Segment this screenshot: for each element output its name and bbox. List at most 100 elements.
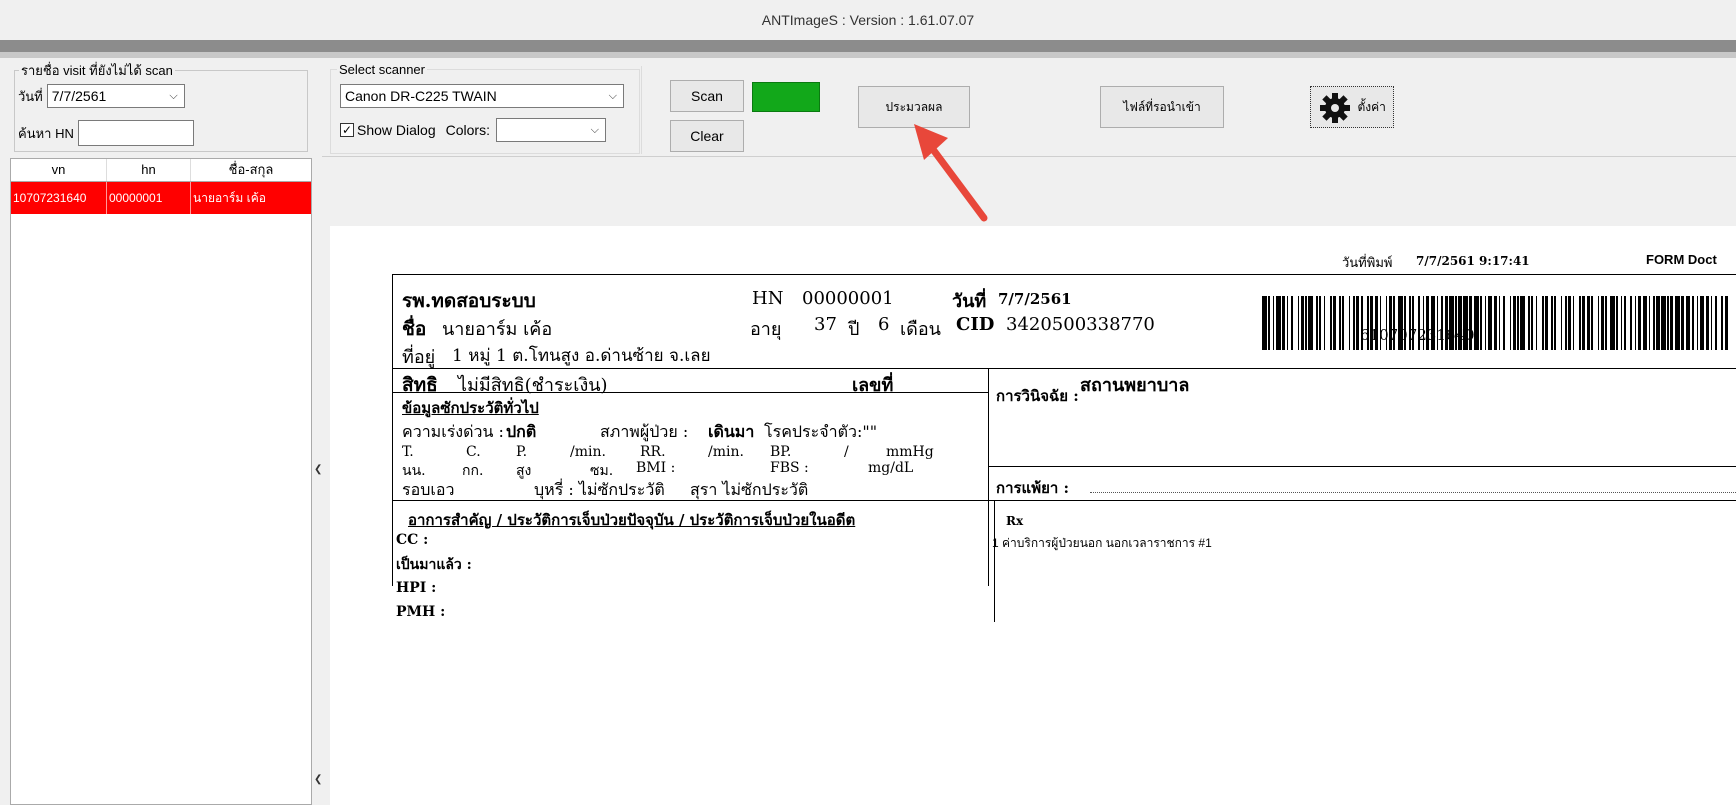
chronic-label: โรคประจำตัว:"" [764, 422, 878, 441]
print-date-label: วันที่พิมพ์ [1342, 256, 1393, 271]
colors-label: Colors: [445, 122, 490, 138]
date-label: วันที่ [18, 88, 43, 104]
scanner-select[interactable]: Canon DR-C225 TWAIN ⌵ [340, 84, 624, 108]
vital-bp: BP. [770, 444, 792, 460]
hpi-label: HPI : [396, 580, 437, 596]
row-name: นายอาร์ม เค้อ [193, 191, 266, 205]
panel-splitter[interactable]: ❮ ❮ [314, 58, 322, 805]
months-label: เดือน [900, 319, 941, 340]
vital-t: T. [402, 444, 414, 460]
patient-name-value: นายอาร์ม เค้อ [442, 319, 553, 340]
clear-button[interactable]: Clear [670, 120, 744, 152]
hn-search-row: ค้นหา HN [18, 120, 194, 146]
scanner-status-indicator [752, 82, 820, 112]
allergy-label: การแพ้ยา : [996, 479, 1070, 497]
rx-column-divider [994, 500, 995, 622]
general-section-top [392, 392, 988, 393]
chevron-down-icon: ⌵ [608, 90, 617, 102]
address-value: 1 หมู่ 1 ต.โทนสูง อ.ด่านซ้าย จ.เลย [452, 346, 711, 366]
column-header-hn[interactable]: hn [107, 159, 191, 181]
urgency-value: ปกติ [506, 422, 537, 441]
age-label: อายุ [750, 319, 782, 340]
scanner-group-title: Select scanner [339, 62, 425, 77]
scanner-value: Canon DR-C225 TWAIN [345, 88, 497, 104]
place-label: สถานพยาบาล [1080, 375, 1190, 396]
title-separator [0, 40, 1736, 52]
visit-list: 10707231640 00000001 นายอาร์ม เค้อ [10, 182, 312, 805]
column-header-name[interactable]: ชื่อ-สกุล [191, 159, 311, 181]
barcode [1262, 296, 1736, 350]
window-title: ANTImageS : Version : 1.61.07.07 [0, 0, 1736, 40]
column-header-vn[interactable]: vn [11, 159, 107, 181]
general-info-title: ข้อมูลซักประวัติทั่วไป [402, 399, 539, 417]
vital-p-unit: /min. [570, 444, 606, 460]
form-row-divider [392, 368, 1736, 369]
diagnosis-label: การวินิจฉัย : [996, 387, 1079, 405]
chevron-down-icon: ⌵ [169, 90, 178, 102]
date-row: วันที่ 7/7/2561 ⌵ [18, 84, 185, 108]
visit-date-value: 7/7/2561 [998, 290, 1072, 308]
rx-item: 1 ค่าบริการผู้ป่วยนอก นอกเวลาราชการ #1 [992, 536, 1212, 550]
since-label: เป็นมาแล้ว : [396, 557, 472, 573]
age-years: 37 [814, 314, 837, 335]
pmh-label: PMH : [396, 604, 446, 620]
form-column-divider [988, 368, 989, 586]
vital-fbs: FBS : [770, 460, 809, 476]
cc-label: CC : [396, 532, 429, 548]
vital-bmi: BMI : [636, 460, 676, 476]
address-label: ที่อยู่ [402, 347, 436, 368]
date-value: 7/7/2561 [51, 88, 107, 104]
settings-label: ตั้งค่า [1357, 100, 1386, 114]
diagnosis-divider [988, 466, 1736, 467]
barcode-number: 610707231640 [1360, 326, 1475, 344]
print-date-value: 7/7/2561 9:17:41 [1416, 254, 1530, 268]
age-months: 6 [878, 314, 890, 335]
rx-label: Rx [1006, 514, 1024, 528]
patient-state-label: สภาพผู้ป่วย : [600, 422, 689, 441]
form-border-top [392, 274, 1736, 275]
date-select[interactable]: 7/7/2561 ⌵ [46, 84, 185, 108]
vital-height: สูง [516, 463, 532, 479]
chevron-down-icon: ⌵ [590, 124, 599, 136]
vital-fbs-unit: mg/dL [868, 460, 914, 476]
patient-name-label: ชื่อ [402, 318, 427, 340]
vital-rr-unit: /min. [708, 444, 744, 460]
vital-c: C. [466, 444, 481, 460]
barcode-bar [1724, 296, 1728, 350]
list-item[interactable]: 10707231640 00000001 นายอาร์ม เค้อ [11, 182, 311, 214]
form-border-left [392, 274, 393, 586]
hospital-name: รพ.ทดสอบระบบ [402, 290, 536, 312]
hn-label: HN [752, 288, 784, 309]
scan-button[interactable]: Scan [670, 80, 744, 112]
cid-label: CID [956, 314, 995, 335]
vital-p: P. [516, 444, 528, 460]
visit-group-title: รายชื่อ visit ที่ยังไม่ได้ scan [21, 63, 173, 78]
urgency-label: ความเร่งด่วน : [402, 422, 504, 441]
hn-value: 00000001 [802, 288, 894, 309]
vital-rr: RR. [640, 444, 666, 460]
scanned-form: วันที่พิมพ์ 7/7/2561 9:17:41 FORM Doct ร… [330, 226, 1736, 805]
toolbar-divider [641, 66, 642, 154]
form-label: FORM Doct [1646, 252, 1717, 267]
hn-search-input[interactable] [77, 120, 194, 146]
visit-date-label: วันที่ [952, 291, 987, 312]
hn-search-label: ค้นหา HN [18, 125, 74, 141]
visit-list-header: vn hn ชื่อ-สกุล [10, 158, 312, 182]
toolbar-bottom-border [322, 156, 1736, 157]
number-label: เลขที่ [852, 375, 894, 396]
show-dialog-row: ✓ Show Dialog Colors: ⌵ [340, 118, 606, 142]
gear-icon [1320, 92, 1351, 123]
vital-weight-unit: กก. [462, 463, 484, 479]
show-dialog-checkbox[interactable]: ✓ [340, 123, 354, 137]
colors-select[interactable]: ⌵ [495, 118, 606, 142]
allergy-line [1090, 492, 1736, 493]
settings-button[interactable]: ตั้งค่า [1310, 86, 1394, 128]
history-title: อาการสำคัญ / ประวัติการเจ็บป่วยปัจจุบัน … [408, 511, 856, 529]
annotation-arrow-icon [914, 124, 988, 222]
cid-value: 3420500338770 [1006, 314, 1155, 335]
pending-files-button[interactable]: ไฟล์ที่รอนำเข้า [1100, 86, 1224, 128]
vital-bp-sep: / [844, 444, 849, 460]
years-label: ปี [848, 319, 860, 340]
patient-state-value: เดินมา [708, 422, 755, 441]
vital-bp-unit: mmHg [886, 444, 934, 460]
